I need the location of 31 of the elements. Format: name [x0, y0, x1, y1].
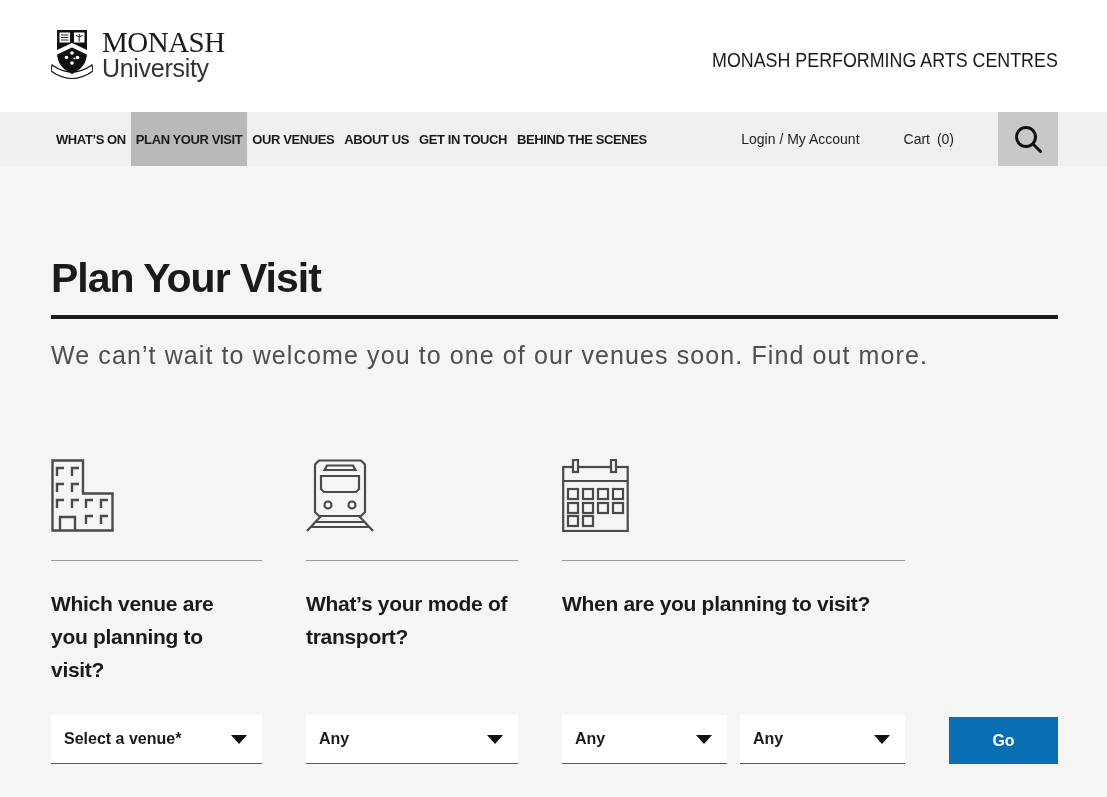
wordmark-subtext: University — [102, 55, 210, 81]
nav-link[interactable]: PLAN YOUR VISIT — [130, 112, 248, 166]
caret-icon — [231, 734, 247, 744]
nav-link[interactable]: OUR VENUES — [247, 112, 340, 166]
site-title: MONASH PERFORMING ARTS CENTRES — [712, 47, 1058, 73]
search-button[interactable] — [998, 112, 1058, 166]
select-dropdown[interactable]: Any — [562, 715, 727, 764]
shield-crest-icon — [51, 29, 93, 81]
question-heading: Which venue are you planning to visit? — [51, 591, 215, 683]
building-icon — [51, 459, 114, 532]
go-button[interactable]: Go — [949, 717, 1058, 764]
page-title: Plan Your Visit — [51, 254, 1058, 319]
select-dropdown[interactable]: Any — [306, 715, 518, 764]
question-heading: What’s your mode of transport? — [306, 591, 509, 650]
caret-icon — [874, 734, 890, 744]
nav-link[interactable]: GET IN TOUCH — [413, 112, 513, 166]
cart-link[interactable]: Cart (0) — [903, 131, 954, 147]
calendar-icon — [562, 459, 629, 532]
search-icon — [1014, 125, 1042, 153]
nav-link[interactable]: WHAT’S ON — [51, 112, 131, 166]
account-link[interactable]: Login / My Account — [741, 131, 860, 147]
caret-icon — [487, 734, 503, 744]
question-heading: When are you planning to visit? — [562, 591, 872, 617]
intro-text: We can’t wait to welcome you to one of our venues soon. Find out more. — [51, 340, 929, 370]
nav-link[interactable]: BEHIND THE SCENES — [512, 112, 652, 166]
select-dropdown[interactable]: Any — [740, 715, 905, 764]
train-icon — [306, 459, 374, 532]
nav-link[interactable]: ABOUT US — [339, 112, 414, 166]
caret-icon — [696, 734, 712, 744]
select-dropdown[interactable]: Select a venue* — [51, 715, 262, 764]
wordmark-text: MONASH — [102, 29, 225, 55]
